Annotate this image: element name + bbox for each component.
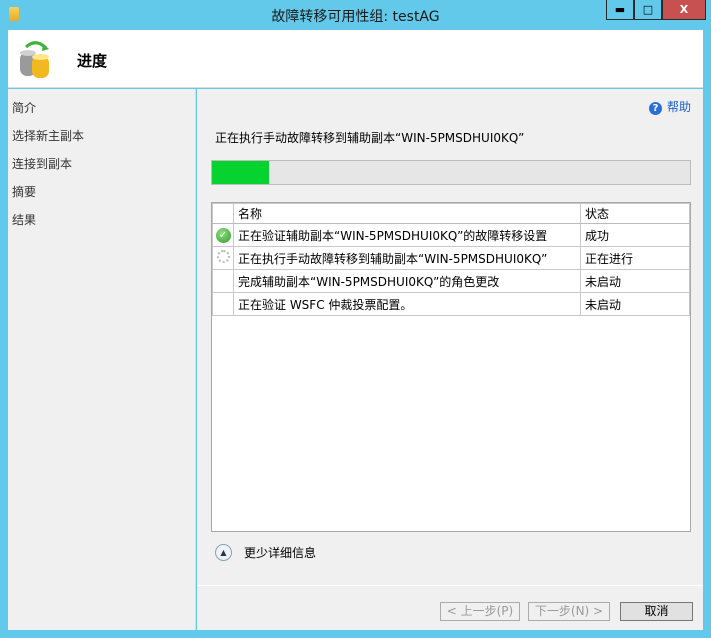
previous-button[interactable]: < 上一步(P) [440, 602, 520, 621]
sidebar-item-intro[interactable]: 简介 [12, 99, 36, 116]
task-status: 未启动 [580, 292, 690, 316]
table-row: 完成辅助副本“WIN-5PMSDHUI0KQ”的角色更改 未启动 [212, 269, 690, 293]
cancel-button[interactable]: 取消 [620, 602, 693, 621]
help-icon: ? [648, 102, 662, 115]
task-grid: 名称 状态 ✓ 正在验证辅助副本“WIN-5PMSDHUI0KQ”的故障转移设置… [211, 202, 691, 532]
main-panel: ? 帮助 正在执行手动故障转移到辅助副本“WIN-5PMSDHUI0KQ” 名称 … [197, 89, 703, 630]
task-status: 未启动 [580, 269, 690, 293]
success-icon: ✓ [215, 228, 231, 243]
details-toggle-label: 更少详细信息 [244, 546, 317, 560]
status-column-header[interactable]: 状态 [580, 203, 690, 224]
table-row: 正在执行手动故障转移到辅助副本“WIN-5PMSDHUI0KQ” 正在进行 [212, 246, 690, 270]
in-progress-spinner-icon [216, 250, 230, 263]
progress-fill [212, 161, 270, 184]
minimize-button[interactable]: ▬ [606, 0, 634, 20]
help-label: 帮助 [666, 100, 691, 114]
task-name: 完成辅助副本“WIN-5PMSDHUI0KQ”的角色更改 [233, 269, 581, 293]
task-name: 正在验证辅助副本“WIN-5PMSDHUI0KQ”的故障转移设置 [233, 223, 581, 247]
icon-column-header [212, 203, 234, 224]
task-status: 成功 [580, 223, 690, 247]
name-column-header[interactable]: 名称 [233, 203, 581, 224]
sidebar-item-results[interactable]: 结果 [12, 211, 36, 228]
sidebar: 简介 选择新主副本 连接到副本 摘要 结果 [8, 89, 196, 630]
collapse-up-icon: ▲ [215, 544, 232, 561]
close-button[interactable]: X [662, 0, 706, 20]
page-header: 进度 [8, 30, 703, 88]
task-name: 正在验证 WSFC 仲裁投票配置。 [233, 292, 581, 316]
divider [197, 585, 703, 586]
task-name: 正在执行手动故障转移到辅助副本“WIN-5PMSDHUI0KQ” [233, 246, 581, 270]
help-link[interactable]: ? 帮助 [648, 98, 691, 115]
status-message: 正在执行手动故障转移到辅助副本“WIN-5PMSDHUI0KQ” [215, 131, 525, 145]
task-status: 正在进行 [580, 246, 690, 270]
title-bar: 故障转移可用性组: testAG ▬ □ X [0, 0, 711, 30]
progress-bar [211, 160, 691, 185]
table-row: ✓ 正在验证辅助副本“WIN-5PMSDHUI0KQ”的故障转移设置 成功 [212, 223, 690, 247]
sidebar-item-summary[interactable]: 摘要 [12, 183, 36, 200]
page-title: 进度 [77, 52, 108, 70]
sidebar-item-select-primary[interactable]: 选择新主副本 [12, 127, 84, 144]
details-toggle[interactable]: ▲ 更少详细信息 [215, 544, 316, 561]
database-failover-icon [20, 41, 49, 78]
table-row: 正在验证 WSFC 仲裁投票配置。 未启动 [212, 292, 690, 316]
maximize-button[interactable]: □ [634, 0, 662, 20]
window-title: 故障转移可用性组: testAG [271, 9, 440, 25]
sidebar-item-connect-replicas[interactable]: 连接到副本 [12, 155, 72, 172]
next-button[interactable]: 下一步(N) > [528, 602, 610, 621]
